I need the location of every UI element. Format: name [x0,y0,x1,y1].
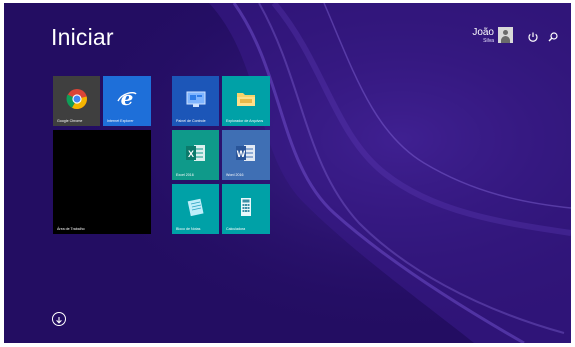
tile-label: Excel 2016 [176,173,194,177]
tile-excel[interactable]: X Excel 2016 [172,130,219,180]
power-icon[interactable] [526,30,540,44]
tile-label: Bloco de Notas [176,227,201,231]
user-first-name: João [472,27,494,38]
tile-label: Word 2016 [226,173,244,177]
tile-label: Google Chrome [57,119,83,123]
tile-control-panel[interactable]: Painel de Controle [172,76,219,126]
svg-text:W: W [237,149,246,159]
tile-google-chrome[interactable]: Google Chrome [53,76,100,126]
chrome-icon [66,88,87,109]
user-account[interactable]: João Silva [472,27,513,44]
search-icon[interactable] [546,30,560,44]
tile-file-explorer[interactable]: Explorador de Arquivos [222,76,270,126]
tile-notepad[interactable]: Bloco de Notas [172,184,219,234]
tile-word[interactable]: W Word 2016 [222,130,270,180]
tile-label: Área de Trabalho [57,227,85,231]
start-screen: Iniciar João Silva Google Chrome e Inter… [4,3,571,343]
folder-icon [237,92,255,106]
tile-label: Calculadora [226,227,246,231]
tile-desktop[interactable]: Área de Trabalho [53,130,151,234]
excel-icon: X [185,144,205,161]
arrow-down-circle-icon[interactable] [52,312,66,326]
word-icon: W [236,144,255,161]
internet-explorer-icon: e [117,88,137,110]
control-panel-icon [186,91,205,107]
tile-label: Internet Explorer [107,119,134,123]
tile-internet-explorer[interactable]: e Internet Explorer [103,76,151,126]
tile-calculator[interactable]: Calculadora [222,184,270,234]
avatar[interactable] [498,27,513,43]
notepad-icon [187,198,204,216]
calculator-icon [241,197,251,216]
svg-text:X: X [187,149,193,159]
tile-label: Explorador de Arquivos [226,119,264,123]
svg-text:e: e [121,88,134,110]
tile-label: Painel de Controle [176,119,206,123]
user-last-name: Silva [483,38,494,44]
start-title: Iniciar [51,24,114,50]
